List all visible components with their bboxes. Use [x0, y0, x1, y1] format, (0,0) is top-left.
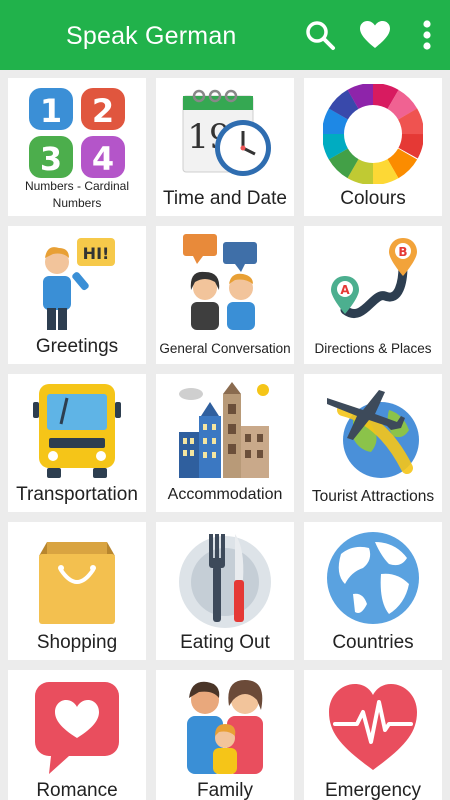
greeting-person-icon: HI! [8, 230, 146, 334]
category-grid: 1 2 3 4 Numbers - Cardinal Numbers 19 Ti… [0, 70, 450, 800]
category-label: Shopping [36, 632, 118, 653]
city-buildings-icon [156, 378, 294, 482]
category-label: General Conversation [159, 341, 291, 356]
globe-icon [304, 526, 442, 630]
svg-text:A: A [340, 283, 350, 297]
category-label: Countries [332, 632, 414, 653]
category-tile-greetings[interactable]: HI! Greetings [8, 226, 146, 364]
category-label: Directions & Places [314, 341, 432, 356]
category-tile-eating-out[interactable]: Eating Out [156, 522, 294, 660]
app-title: Speak German [66, 22, 237, 50]
category-tile-shopping[interactable]: Shopping [8, 522, 146, 660]
svg-text:HI!: HI! [83, 244, 110, 263]
heartbeat-icon [304, 674, 442, 778]
category-label: Time and Date [163, 188, 287, 209]
category-tile-romance[interactable]: Romance [8, 670, 146, 800]
app-bar: Speak German [0, 0, 450, 70]
category-label: Transportation [16, 484, 138, 505]
category-tile-time-and-date[interactable]: 19 Time and Date [156, 78, 294, 216]
family-icon [156, 674, 294, 778]
category-tile-colours[interactable]: Colours [304, 78, 442, 216]
shopping-bag-icon [8, 526, 146, 630]
category-label: Greetings [35, 336, 119, 357]
category-tile-family[interactable]: Family [156, 670, 294, 800]
category-label: Romance [36, 780, 118, 800]
category-label: Accommodation [167, 486, 283, 503]
category-tile-numbers[interactable]: 1 2 3 4 Numbers - Cardinal Numbers [8, 78, 146, 216]
conversation-icon [156, 230, 294, 334]
category-label: Emergency [324, 780, 422, 800]
numbers-icon: 1 2 3 4 [8, 82, 146, 186]
svg-text:2: 2 [92, 92, 114, 130]
route-pins-icon: A B [304, 230, 442, 334]
category-label: Family [197, 780, 253, 800]
plate-cutlery-icon [156, 526, 294, 630]
category-tile-general-conversation[interactable]: General Conversation [156, 226, 294, 364]
category-label: Colours [340, 188, 406, 209]
search-icon[interactable] [303, 17, 337, 53]
svg-text:4: 4 [92, 140, 114, 178]
category-label: Numbers - Cardinal Numbers [24, 179, 130, 210]
category-label: Eating Out [180, 632, 270, 653]
airplane-globe-icon [304, 378, 442, 482]
calendar-clock-icon: 19 [156, 82, 294, 186]
more-vertical-icon[interactable] [410, 17, 444, 53]
category-tile-tourist-attractions[interactable]: Tourist Attractions [304, 374, 442, 512]
category-tile-accommodation[interactable]: Accommodation [156, 374, 294, 512]
svg-text:B: B [398, 245, 407, 259]
category-tile-emergency[interactable]: Emergency [304, 670, 442, 800]
category-label: Tourist Attractions [311, 488, 435, 505]
heart-bubble-icon [8, 674, 146, 778]
category-tile-transportation[interactable]: Transportation [8, 374, 146, 512]
bus-icon [8, 378, 146, 482]
heart-icon[interactable] [358, 17, 392, 53]
category-tile-countries[interactable]: Countries [304, 522, 442, 660]
color-wheel-icon [304, 82, 442, 186]
svg-text:3: 3 [40, 140, 62, 178]
svg-text:1: 1 [40, 92, 62, 130]
category-tile-directions-places[interactable]: A B Directions & Places [304, 226, 442, 364]
